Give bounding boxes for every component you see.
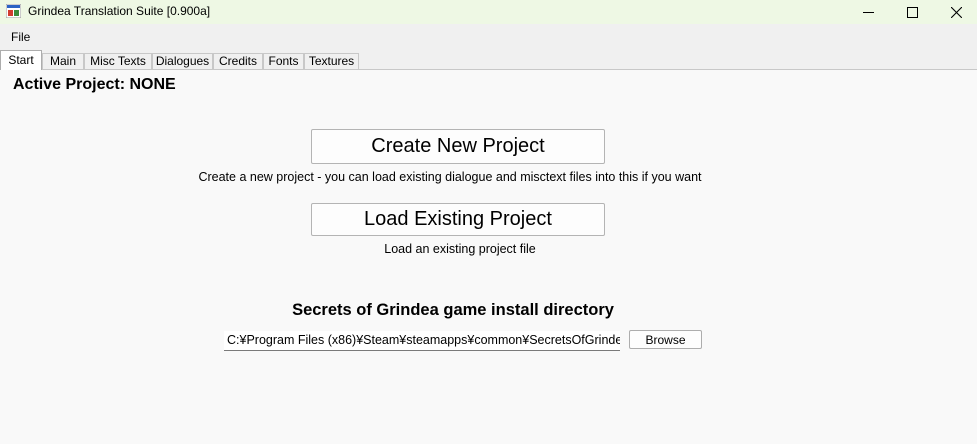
- install-directory-heading: Secrets of Grindea game install director…: [292, 301, 614, 319]
- title-bar: Grindea Translation Suite [0.900a]: [0, 0, 977, 24]
- start-tab-panel: [0, 70, 977, 444]
- install-directory-field[interactable]: C:¥Program Files (x86)¥Steam¥steamapps¥c…: [224, 331, 620, 351]
- app-icon: [6, 4, 21, 18]
- tab-textures[interactable]: Textures: [304, 53, 359, 70]
- minimize-icon: [862, 11, 874, 13]
- create-project-description: Create a new project - you can load exis…: [198, 170, 702, 184]
- tab-misc-texts[interactable]: Misc Texts: [84, 53, 152, 70]
- maximize-button[interactable]: [889, 0, 935, 24]
- minimize-button[interactable]: [845, 0, 891, 24]
- menu-bar: File: [0, 26, 977, 48]
- browse-button[interactable]: Browse: [629, 330, 702, 349]
- menu-file[interactable]: File: [6, 29, 35, 45]
- tab-divider: [0, 69, 977, 70]
- tab-credits[interactable]: Credits: [213, 53, 263, 70]
- close-button[interactable]: [933, 0, 977, 24]
- tab-dialogues[interactable]: Dialogues: [152, 53, 213, 70]
- tab-fonts[interactable]: Fonts: [263, 53, 304, 70]
- window-title: Grindea Translation Suite [0.900a]: [28, 4, 211, 18]
- close-icon: [950, 6, 962, 18]
- tab-strip: Start Main Misc Texts Dialogues Credits …: [0, 50, 977, 70]
- active-project-label: Active Project: NONE: [13, 76, 176, 93]
- create-new-project-button[interactable]: Create New Project: [311, 129, 605, 164]
- load-existing-project-button[interactable]: Load Existing Project: [311, 203, 605, 236]
- tab-start[interactable]: Start: [0, 50, 42, 70]
- maximize-icon: [906, 6, 918, 18]
- tab-main[interactable]: Main: [42, 53, 84, 70]
- load-project-description: Load an existing project file: [384, 242, 536, 256]
